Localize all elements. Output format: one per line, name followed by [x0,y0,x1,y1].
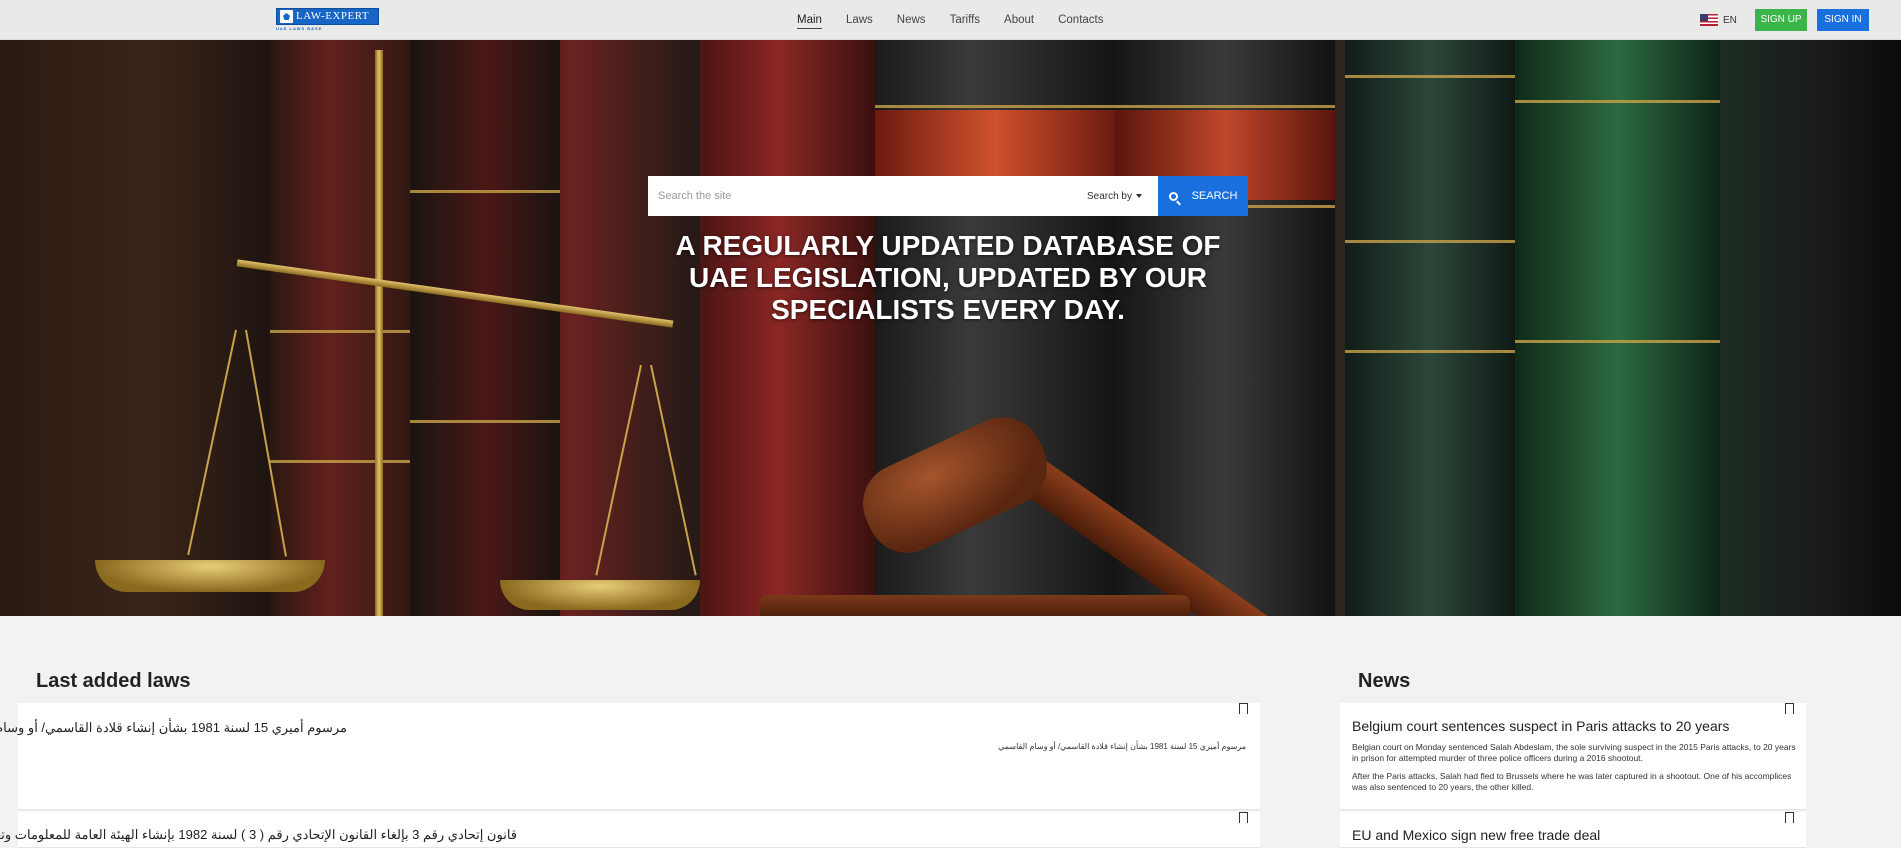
book-spine [1515,40,1720,616]
top-navbar: LAW-EXPERT UAE LAWS BASE Main Laws News … [0,0,1901,40]
law-card[interactable]: مرسوم أميري 15 لسنة 1981 بشأن إنشاء قلاد… [0,703,1260,810]
nav-main[interactable]: Main [797,14,822,29]
law-title[interactable]: قانون إتحادي رقم 3 بإلغاء القانون الإتحا… [0,827,517,843]
chevron-down-icon [1136,194,1142,198]
scale-chain [650,364,697,576]
logo-subtext: UAE LAWS BASE [276,26,323,31]
scale-pan-left [95,560,325,592]
news-card[interactable]: Belgium court sentences suspect in Paris… [1340,703,1806,810]
news-paragraph: Belgian court on Monday sentenced Salah … [1352,742,1796,763]
site-logo[interactable]: LAW-EXPERT UAE LAWS BASE [276,8,379,32]
book-spine [700,40,875,616]
news-paragraph: After the Paris attacks, Salah had fled … [1352,771,1792,792]
bookmark-icon[interactable] [1784,812,1794,827]
hero-title: A REGULARLY UPDATED DATABASE OF UAE LEGI… [675,230,1221,325]
search-by-dropdown[interactable]: Search by [1087,176,1158,216]
logo-text: LAW-EXPERT [296,10,370,22]
news-section-title: News [1358,670,1411,692]
bookmark-icon[interactable] [1784,703,1794,718]
sign-in-button[interactable]: SIGN IN [1817,9,1869,31]
scale-chain [187,329,237,556]
laws-section-title: Last added laws [36,670,191,692]
logo-box: LAW-EXPERT [276,8,379,25]
nav-about[interactable]: About [1004,14,1034,29]
scale-pan-right [500,580,700,610]
law-title[interactable]: مرسوم أميري 15 لسنة 1981 بشأن إنشاء قلاد… [0,720,347,736]
nav-tariffs[interactable]: Tariffs [950,14,980,29]
logo-emblem-icon [280,10,293,23]
search-button[interactable]: SEARCH [1158,176,1248,216]
scale-pole [375,50,383,616]
nav-laws[interactable]: Laws [846,14,873,29]
search-icon [1168,191,1178,201]
book-spine [1115,40,1335,616]
nav-contacts[interactable]: Contacts [1058,14,1103,29]
gavel-base [760,595,1190,616]
book-spine [1345,40,1515,616]
news-card[interactable]: EU and Mexico sign new free trade deal [1340,812,1806,848]
book-spine [270,40,420,616]
us-flag-icon [1700,14,1718,26]
law-card[interactable]: قانون إتحادي رقم 3 بإلغاء القانون الإتحا… [0,812,1260,848]
scale-chain [595,364,642,576]
language-selector[interactable]: EN [1700,14,1737,26]
search-button-label: SEARCH [1191,190,1238,202]
bookmark-icon[interactable] [1238,703,1248,718]
book-spine [410,40,560,616]
search-input[interactable] [648,176,1087,216]
search-by-label: Search by [1086,190,1132,202]
search-bar: Search by SEARCH [648,176,1248,216]
sign-up-button[interactable]: SIGN UP [1755,9,1807,31]
news-title[interactable]: Belgium court sentences suspect in Paris… [1352,718,1729,734]
law-subtitle: مرسوم أميري 15 لسنة 1981 بشأن إنشاء قلاد… [998,742,1246,751]
bookmark-icon[interactable] [1238,812,1248,827]
hero-banner: Search by SEARCH A REGULARLY UPDATED DAT… [0,40,1901,616]
nav-news[interactable]: News [897,14,926,29]
news-title[interactable]: EU and Mexico sign new free trade deal [1352,827,1600,843]
language-label: EN [1723,14,1737,26]
main-nav: Main Laws News Tariffs About Contacts [797,14,1127,29]
